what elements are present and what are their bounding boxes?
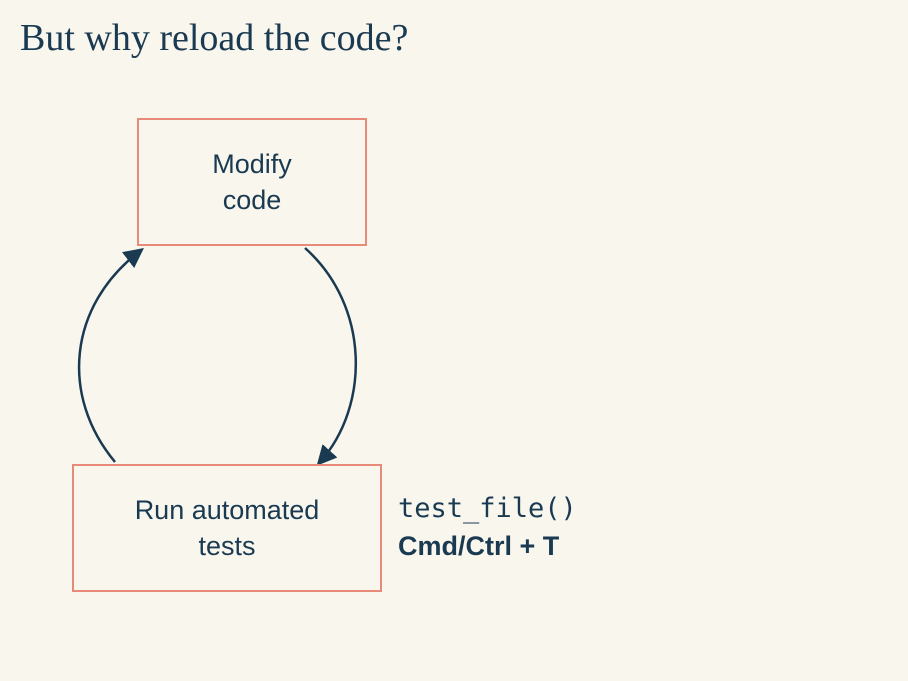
box-run-tests: Run automated tests	[72, 464, 382, 592]
slide-title: But why reload the code?	[0, 0, 908, 76]
side-note: test_file() Cmd/Ctrl + T	[398, 490, 577, 566]
cycle-diagram: Modify code Run automated tests test_fil…	[0, 76, 908, 636]
box-modify-code: Modify code	[137, 118, 367, 246]
code-hint: test_file()	[398, 490, 577, 528]
shortcut-hint: Cmd/Ctrl + T	[398, 528, 577, 566]
